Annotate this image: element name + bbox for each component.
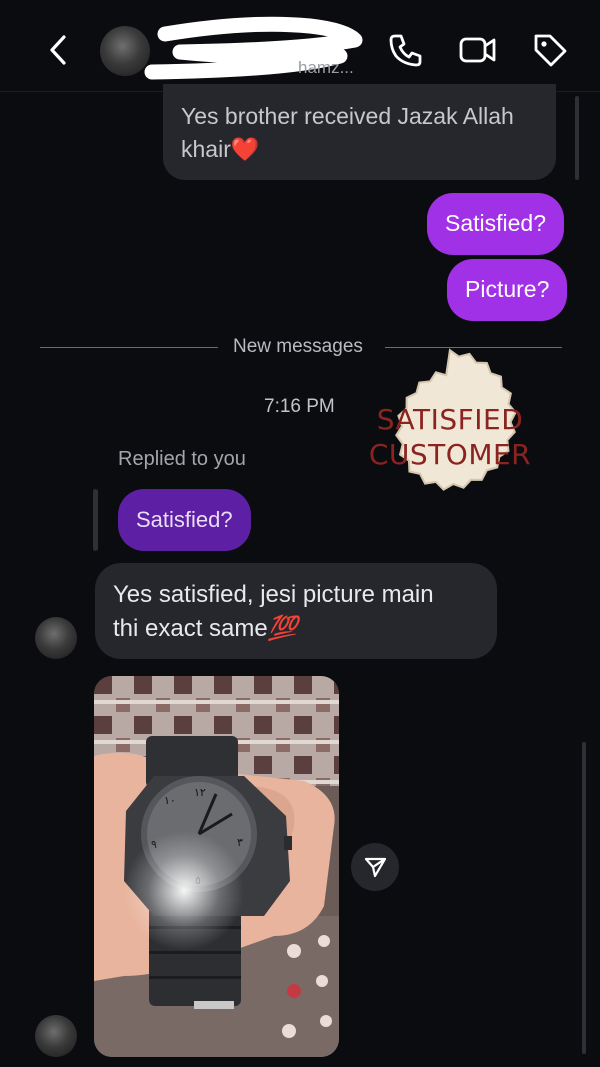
svg-text:٣: ٣ — [237, 836, 243, 849]
phone-icon[interactable] — [386, 30, 426, 70]
photo-message[interactable]: ١٢ ١٠ ٣ ٩ ٥ — [94, 676, 339, 1057]
stamp-line: SATISFIED — [376, 403, 524, 436]
outgoing-message-bubble[interactable]: Picture? — [447, 259, 568, 321]
new-messages-label: New messages — [233, 336, 363, 357]
reply-indicator-bar — [93, 489, 98, 551]
incoming-message-bubble[interactable]: Yes brother received Jazak Allah khair❤️ — [163, 84, 556, 180]
divider-line — [40, 347, 218, 348]
chevron-left-icon[interactable] — [42, 32, 78, 68]
scrollbar[interactable] — [582, 742, 586, 1054]
share-button[interactable] — [351, 843, 399, 891]
watch-photo: ١٢ ١٠ ٣ ٩ ٥ — [94, 676, 339, 1057]
message-text: Picture? — [465, 276, 550, 302]
quoted-text: Satisfied? — [136, 507, 233, 532]
hundred-points-emoji: 💯 — [267, 615, 298, 642]
stamp-line: CUSTOMER — [368, 438, 532, 471]
send-icon — [364, 857, 387, 878]
svg-text:١٠: ١٠ — [164, 794, 176, 807]
svg-text:١٢: ١٢ — [194, 786, 206, 799]
tag-icon[interactable] — [530, 30, 570, 70]
message-text-line: Yes satisfied, jesi picture main — [113, 581, 434, 608]
message-text: Satisfied? — [445, 210, 547, 236]
stamp-text: SATISFIED CUSTOMER — [352, 402, 548, 472]
video-camera-icon[interactable] — [458, 30, 498, 70]
chat-header: hamz... — [0, 0, 600, 92]
replied-to-you-label: Replied to you — [118, 448, 246, 470]
heart-emoji: ❤️ — [230, 136, 260, 162]
contact-handle[interactable]: hamz... — [298, 58, 354, 78]
message-timestamp: 7:16 PM — [264, 396, 335, 417]
message-text-line: thi exact same — [113, 615, 268, 642]
sender-avatar[interactable] — [35, 617, 77, 659]
quoted-message-bubble[interactable]: Satisfied? — [118, 489, 251, 551]
outgoing-message-bubble[interactable]: Satisfied? — [427, 193, 565, 255]
sender-avatar[interactable] — [35, 1015, 77, 1057]
incoming-message-bubble[interactable]: Yes satisfied, jesi picture main thi exa… — [95, 563, 497, 659]
scrollbar[interactable] — [575, 96, 579, 180]
